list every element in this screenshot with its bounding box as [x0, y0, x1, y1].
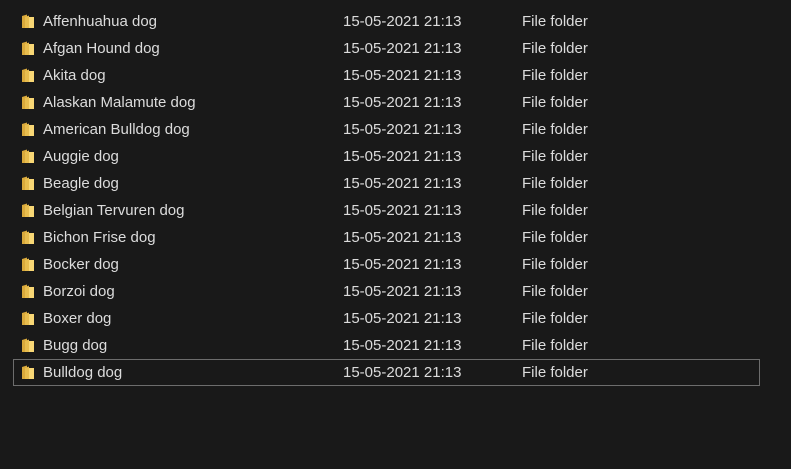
- date-modified: 15-05-2021 21:13: [343, 337, 462, 354]
- date-modified: 15-05-2021 21:13: [343, 13, 462, 30]
- date-modified: 15-05-2021 21:13: [343, 148, 462, 165]
- date-modified: 15-05-2021 21:13: [343, 121, 462, 138]
- folder-icon: [22, 95, 34, 109]
- file-row-beagle-dog[interactable]: Beagle dog 15-05-2021 21:13 File folder: [13, 170, 760, 197]
- date-modified: 15-05-2021 21:13: [343, 40, 462, 57]
- file-list: Affenhuahua dog 15-05-2021 21:13 File fo…: [0, 0, 791, 469]
- file-row-bugg-dog[interactable]: Bugg dog 15-05-2021 21:13 File folder: [13, 332, 760, 359]
- file-name: Bulldog dog: [43, 364, 123, 381]
- folder-icon: [22, 14, 34, 28]
- file-type: File folder: [522, 67, 588, 84]
- file-name: Beagle dog: [43, 175, 119, 192]
- folder-icon: [22, 338, 34, 352]
- file-row-auggie-dog[interactable]: Auggie dog 15-05-2021 21:13 File folder: [13, 143, 760, 170]
- file-name: Auggie dog: [43, 148, 119, 165]
- file-row-bocker-dog[interactable]: Bocker dog 15-05-2021 21:13 File folder: [13, 251, 760, 278]
- file-type: File folder: [522, 148, 588, 165]
- file-type: File folder: [522, 229, 588, 246]
- folder-icon: [22, 41, 34, 55]
- date-modified: 15-05-2021 21:13: [343, 175, 462, 192]
- folder-icon: [22, 365, 34, 379]
- folder-icon: [22, 230, 34, 244]
- file-row-bichon-frise-dog[interactable]: Bichon Frise dog 15-05-2021 21:13 File f…: [13, 224, 760, 251]
- file-type: File folder: [522, 175, 588, 192]
- file-type: File folder: [522, 202, 588, 219]
- file-row-alaskan-malamute-dog[interactable]: Alaskan Malamute dog 15-05-2021 21:13 Fi…: [13, 89, 760, 116]
- file-name: Borzoi dog: [43, 283, 115, 300]
- file-name: American Bulldog dog: [43, 121, 190, 138]
- file-type: File folder: [522, 337, 588, 354]
- date-modified: 15-05-2021 21:13: [343, 94, 462, 111]
- folder-icon: [22, 176, 34, 190]
- date-modified: 15-05-2021 21:13: [343, 67, 462, 84]
- date-modified: 15-05-2021 21:13: [343, 256, 462, 273]
- file-type: File folder: [522, 256, 588, 273]
- file-name: Alaskan Malamute dog: [43, 94, 196, 111]
- file-row-affenhuahua-dog[interactable]: Affenhuahua dog 15-05-2021 21:13 File fo…: [13, 8, 760, 35]
- file-name: Belgian Tervuren dog: [43, 202, 185, 219]
- folder-icon: [22, 149, 34, 163]
- file-row-akita-dog[interactable]: Akita dog 15-05-2021 21:13 File folder: [13, 62, 760, 89]
- folder-icon: [22, 284, 34, 298]
- date-modified: 15-05-2021 21:13: [343, 283, 462, 300]
- date-modified: 15-05-2021 21:13: [343, 202, 462, 219]
- file-row-boxer-dog[interactable]: Boxer dog 15-05-2021 21:13 File folder: [13, 305, 760, 332]
- folder-icon: [22, 122, 34, 136]
- file-row-borzoi-dog[interactable]: Borzoi dog 15-05-2021 21:13 File folder: [13, 278, 760, 305]
- folder-icon: [22, 68, 34, 82]
- file-name: Akita dog: [43, 67, 106, 84]
- file-type: File folder: [522, 310, 588, 327]
- file-row-american-bulldog-dog[interactable]: American Bulldog dog 15-05-2021 21:13 Fi…: [13, 116, 760, 143]
- folder-icon: [22, 257, 34, 271]
- file-row-afgan-hound-dog[interactable]: Afgan Hound dog 15-05-2021 21:13 File fo…: [13, 35, 760, 62]
- file-name: Afgan Hound dog: [43, 40, 160, 57]
- file-name: Bocker dog: [43, 256, 119, 273]
- date-modified: 15-05-2021 21:13: [343, 229, 462, 246]
- file-type: File folder: [522, 364, 588, 381]
- file-type: File folder: [522, 13, 588, 30]
- file-type: File folder: [522, 40, 588, 57]
- file-name: Affenhuahua dog: [43, 13, 158, 30]
- folder-icon: [22, 311, 34, 325]
- file-name: Bichon Frise dog: [43, 229, 156, 246]
- file-type: File folder: [522, 283, 588, 300]
- file-type: File folder: [522, 121, 588, 138]
- date-modified: 15-05-2021 21:13: [343, 364, 462, 381]
- file-name: Bugg dog: [43, 337, 108, 354]
- file-row-belgian-tervuren-dog[interactable]: Belgian Tervuren dog 15-05-2021 21:13 Fi…: [13, 197, 760, 224]
- date-modified: 15-05-2021 21:13: [343, 310, 462, 327]
- file-row-bulldog-dog[interactable]: Bulldog dog 15-05-2021 21:13 File folder: [13, 359, 760, 386]
- file-type: File folder: [522, 94, 588, 111]
- folder-icon: [22, 203, 34, 217]
- file-name: Boxer dog: [43, 310, 112, 327]
